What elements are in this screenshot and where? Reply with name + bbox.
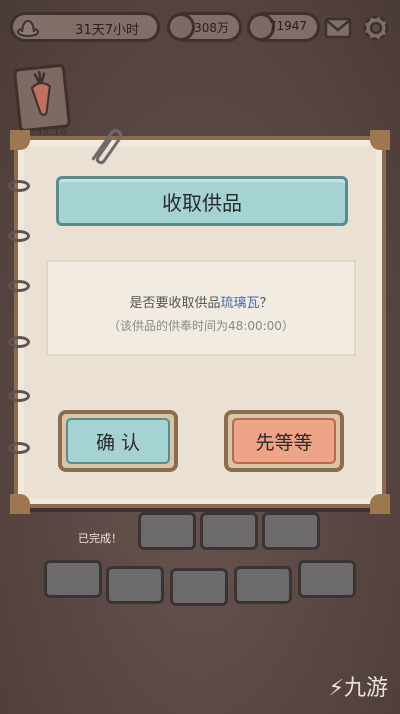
offering-slot[interactable]: [298, 560, 356, 598]
binder-ring-icon: [8, 336, 30, 348]
frame-corner-top-right: [370, 130, 390, 150]
binder-ring-icon: [8, 180, 30, 192]
question-prefix: 是否要收取供品: [129, 296, 221, 311]
confirm-question: 是否要收取供品琉璃瓦？: [48, 292, 354, 311]
logo-text: 九游: [343, 676, 388, 701]
offering-slot[interactable]: [170, 568, 228, 606]
currency-2-value: 71947: [268, 19, 307, 33]
binder-ring-icon: [8, 442, 30, 454]
dialog-title-banner: 收取供品: [56, 176, 348, 226]
offering-item-name: 琉璃瓦: [220, 296, 260, 311]
binder-ring-icon: [8, 230, 30, 242]
offering-duration-note: （该供品的供奉时间为48:00:00）: [108, 319, 294, 333]
wait-button-label: 先等等: [232, 418, 336, 464]
offering-dialog: 收取供品 是否要收取供品琉璃瓦？ （该供品的供奉时间为48:00:00） 确 认…: [8, 129, 390, 514]
offering-badge-card[interactable]: [12, 63, 72, 133]
offering-slot[interactable]: [138, 512, 196, 550]
hat-icon: [17, 19, 39, 37]
completed-label: 已完成！: [78, 532, 122, 545]
confirm-button-label: 确 认: [66, 418, 170, 464]
coin-bubble-icon: [167, 13, 195, 41]
paper-clip-icon: [91, 129, 123, 165]
binder-ring-icon: [8, 280, 30, 292]
top-status-bar: 31天7小时 308万 71947: [4, 8, 396, 46]
frame-corner-bottom-left: [10, 494, 30, 514]
offering-slot[interactable]: [234, 566, 292, 604]
site-logo: ⚡九游: [329, 670, 388, 702]
offering-slot[interactable]: [262, 512, 320, 550]
binder-ring-icon: [8, 390, 30, 402]
time-remaining-text: 31天7小时: [75, 23, 139, 38]
dialog-message-box: 是否要收取供品琉璃瓦？ （该供品的供奉时间为48:00:00）: [46, 260, 356, 356]
currency-pill-1: 308万: [167, 12, 242, 42]
gear-icon[interactable]: [360, 12, 392, 44]
wait-button[interactable]: 先等等: [224, 410, 344, 472]
game-background: 31天7小时 308万 71947 164:59:10 九游: [0, 0, 400, 714]
question-suffix: ？: [259, 296, 273, 311]
offering-slot[interactable]: [44, 560, 102, 598]
offering-slot[interactable]: [106, 566, 164, 604]
confirm-button[interactable]: 确 认: [58, 410, 178, 472]
logo-mark-icon: ⚡: [328, 676, 344, 701]
frame-corner-top-left: [10, 130, 30, 150]
currency-1-value: 308万: [194, 21, 229, 35]
dialog-title: 收取供品: [162, 190, 242, 215]
currency-pill-2: 71947: [247, 12, 320, 42]
radish-icon: [30, 71, 51, 116]
frame-corner-bottom-right: [370, 494, 390, 514]
mail-icon[interactable]: [324, 16, 352, 40]
time-remaining-pill: 31天7小时: [10, 12, 160, 42]
offering-slot[interactable]: [200, 512, 258, 550]
